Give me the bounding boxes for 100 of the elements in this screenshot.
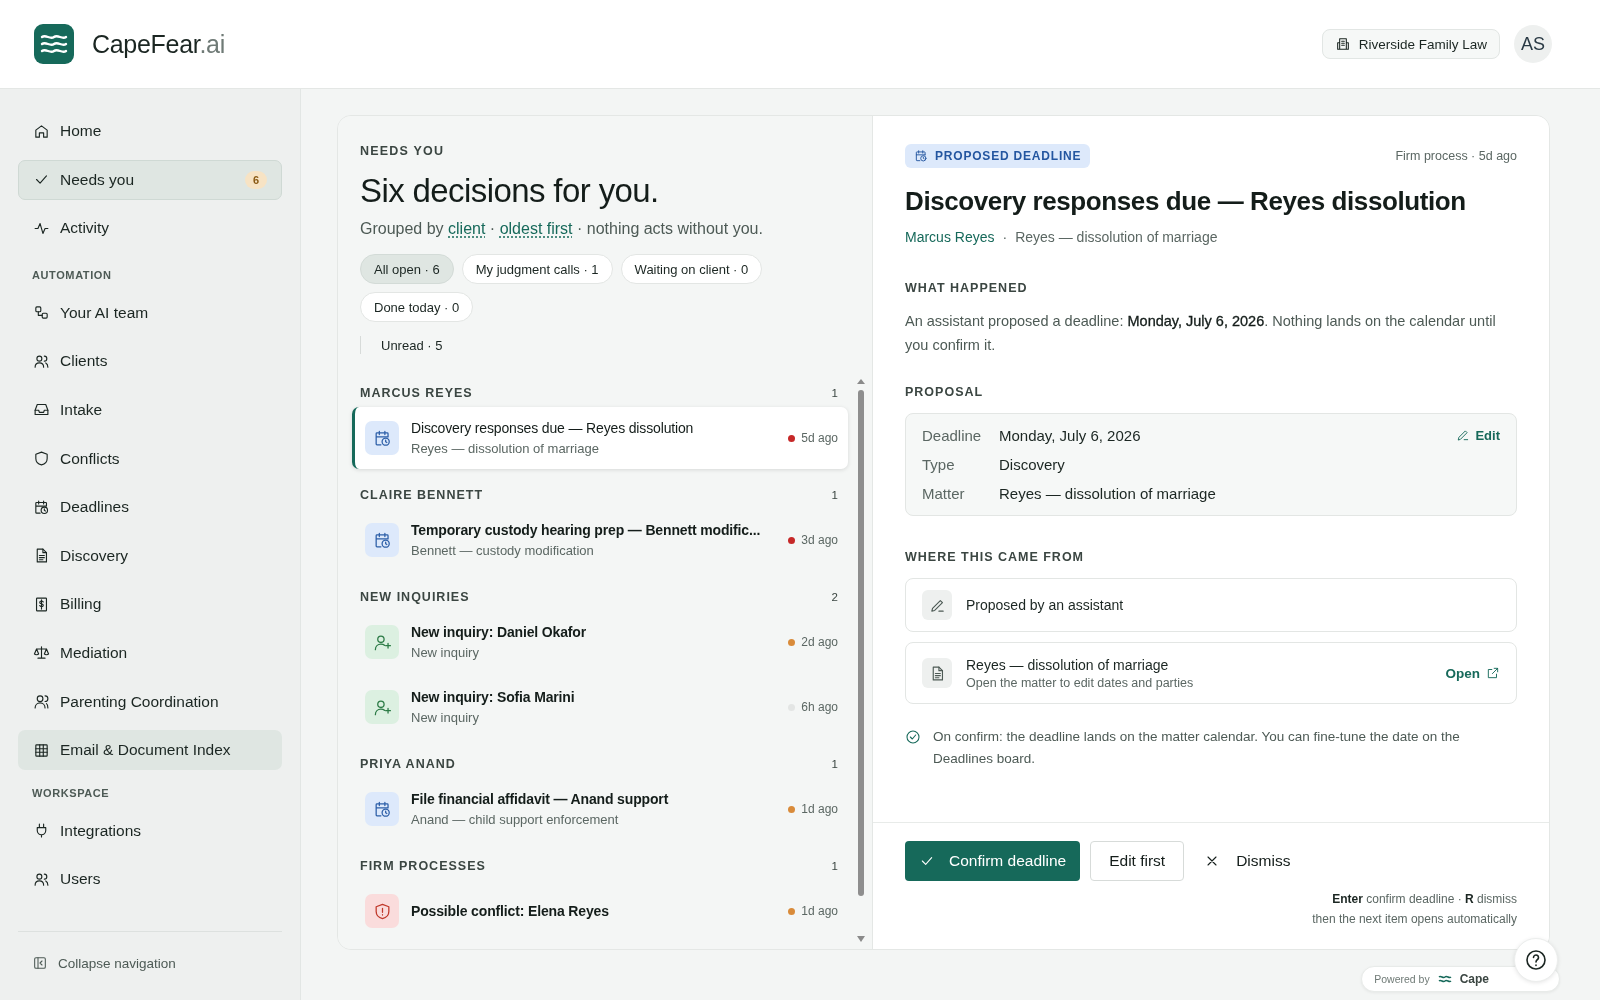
section-heading: WHAT HAPPENED [905, 281, 1029, 295]
source-title: Reyes — dissolution of marriage [966, 656, 1170, 673]
sort-option-link[interactable]: client [448, 220, 486, 237]
nav-item[interactable]: Intake [18, 389, 282, 430]
nav-item[interactable]: Home [18, 111, 282, 151]
item-time: 3d ago [801, 533, 838, 547]
home-icon [33, 122, 50, 140]
user-avatar[interactable]: AS [1514, 25, 1552, 63]
section-heading: WORKSPACE [32, 786, 111, 799]
filter-chip[interactable]: All open · 6 [360, 254, 454, 284]
decision-item[interactable]: Discovery responses due — Reyes dissolution Reyes — dissolution of marriage 5d ago [352, 407, 848, 469]
item-subtitle: New inquiry [411, 710, 480, 726]
nav-item[interactable]: Your AI team [18, 292, 282, 333]
shield-icon [33, 450, 50, 468]
nav-item[interactable]: Users [18, 859, 282, 900]
group-heading: CLAIRE BENNETT [360, 488, 484, 502]
item-meta: Firm process · 5d ago [1395, 149, 1517, 163]
unread-filter[interactable]: Unread · 5 [381, 337, 443, 353]
item-title: New inquiry: Daniel Okafor [411, 623, 588, 641]
field-label: Deadline [922, 427, 983, 444]
nav-item[interactable]: Deadlines [18, 487, 282, 528]
item-time: 5d ago [801, 431, 838, 445]
nav-item[interactable]: Email & Document Index [18, 730, 282, 771]
item-subtitle: Bennett — custody modification [411, 543, 595, 559]
detail-title: Discovery responses due — Reyes dissolution [905, 186, 1467, 217]
keyboard-hint: then the next item opens automatically [1311, 911, 1517, 928]
separator: · [1002, 229, 1008, 245]
item-time: 1d ago [801, 904, 838, 918]
group-heading: MARCUS REYES [360, 386, 473, 400]
table-icon [33, 741, 50, 759]
filter-chip[interactable]: Done today · 0 [360, 292, 474, 322]
decision-item[interactable]: Temporary custody hearing prep — Bennett modific... Bennett — custody modification 3d ago [352, 509, 848, 571]
field-label: Type [922, 456, 956, 473]
nav-item[interactable]: Discovery [18, 535, 282, 576]
powered-by-badge[interactable]: Powered by Cape [1361, 966, 1560, 992]
person-icon [33, 693, 50, 711]
filter-chip[interactable]: My judgment calls · 1 [461, 254, 613, 284]
collapse-icon [32, 955, 48, 971]
type-badge: PROPOSED DEADLINE [905, 144, 1091, 168]
decision-item[interactable]: File financial affidavit — Anand support Anand — child support enforcement 1d ago [352, 778, 848, 840]
group-count: 1 [831, 758, 838, 770]
keyboard-hint: Enter confirm deadline · R dismiss [1331, 891, 1517, 908]
group-heading: FIRM PROCESSES [360, 859, 486, 873]
nav-item[interactable]: Conflicts [18, 438, 282, 479]
field-value: Discovery [999, 456, 1066, 473]
pencil-icon [1456, 428, 1471, 442]
sort-option-link[interactable]: oldest first [499, 220, 573, 237]
powered-by-label: Powered by [1374, 973, 1430, 985]
brand-name: CapeFear.ai [92, 29, 225, 59]
edit-first-button[interactable]: Edit first [1090, 841, 1185, 881]
nav-item[interactable]: Integrations [18, 810, 282, 851]
confirm-button[interactable]: Confirm deadline [905, 841, 1081, 881]
receipt-icon [33, 595, 50, 613]
nav-item[interactable]: Mediation [18, 632, 282, 673]
item-title: Temporary custody hearing prep — Bennett modific... [411, 521, 762, 539]
nav-item[interactable]: Parenting Coordination [18, 681, 282, 722]
item-title: File financial affidavit — Anand support [411, 790, 670, 808]
matter-name: Reyes — dissolution of marriage [1015, 229, 1218, 245]
item-subtitle: Anand — child support enforcement [411, 812, 620, 828]
page-title: Six decisions for you. [360, 172, 660, 210]
client-name-link[interactable]: Marcus Reyes [905, 229, 995, 245]
field-value: Reyes — dissolution of marriage [999, 485, 1217, 502]
nav-item[interactable]: Needs you 6 [18, 159, 282, 200]
dismiss-button[interactable]: Dismiss [1194, 852, 1301, 870]
count-badge: 6 [244, 170, 267, 189]
group-heading: PRIYA ANAND [360, 757, 456, 771]
check-circle-icon [905, 729, 921, 745]
item-title: New inquiry: Sofia Marini [411, 688, 576, 706]
group-count: 1 [831, 387, 838, 399]
field-value: Monday, July 6, 2026 [999, 427, 1142, 444]
item-time: 6h ago [801, 700, 838, 714]
logo-icon[interactable] [34, 24, 74, 64]
nav-item[interactable]: Billing [18, 584, 282, 625]
item-title: Possible conflict: Elena Reyes [411, 902, 610, 920]
item-subtitle: Reyes — dissolution of marriage [411, 441, 600, 457]
source-subtitle: Open the matter to edit dates and parties [966, 675, 1194, 690]
brand-name: Cape [1459, 972, 1489, 986]
section-heading: AUTOMATION [32, 268, 113, 281]
description: An assistant proposed a deadline: Monday, July 6, 2026. Nothing lands on the calendar until you confirm it. [905, 312, 1497, 355]
calendar-clock-icon [914, 149, 928, 163]
decision-item[interactable]: New inquiry: Daniel Okafor New inquiry 2d ago [352, 611, 848, 673]
subtitle: Grouped by client · oldest first · nothing acts without you. [360, 220, 764, 238]
decision-item[interactable]: Possible conflict: Elena Reyes 1d ago [352, 880, 848, 942]
section-heading: WHERE THIS CAME FROM [905, 550, 1086, 564]
nav-item[interactable]: Clients [18, 341, 282, 382]
open-link[interactable]: Open [1445, 665, 1500, 681]
edit-button[interactable]: Edit [1456, 427, 1500, 443]
scale-icon [33, 644, 50, 662]
eyebrow-label: NEEDS YOU [360, 144, 446, 158]
decision-item[interactable]: New inquiry: Sofia Marini New inquiry 6h ago [352, 676, 848, 738]
firm-switcher[interactable]: Riverside Family Law [1321, 29, 1500, 59]
filter-chip[interactable]: Waiting on client · 0 [620, 254, 763, 284]
collapse-navigation-button[interactable]: Collapse navigation [18, 931, 282, 994]
nodes-icon [33, 304, 50, 322]
nav-item[interactable]: Activity [18, 208, 282, 249]
calendar-clock-icon [33, 498, 50, 516]
item-time: 2d ago [801, 635, 838, 649]
item-time: 1d ago [801, 802, 838, 816]
group-count: 1 [831, 489, 838, 501]
item-title: Discovery responses due — Reyes dissolution [411, 419, 695, 437]
